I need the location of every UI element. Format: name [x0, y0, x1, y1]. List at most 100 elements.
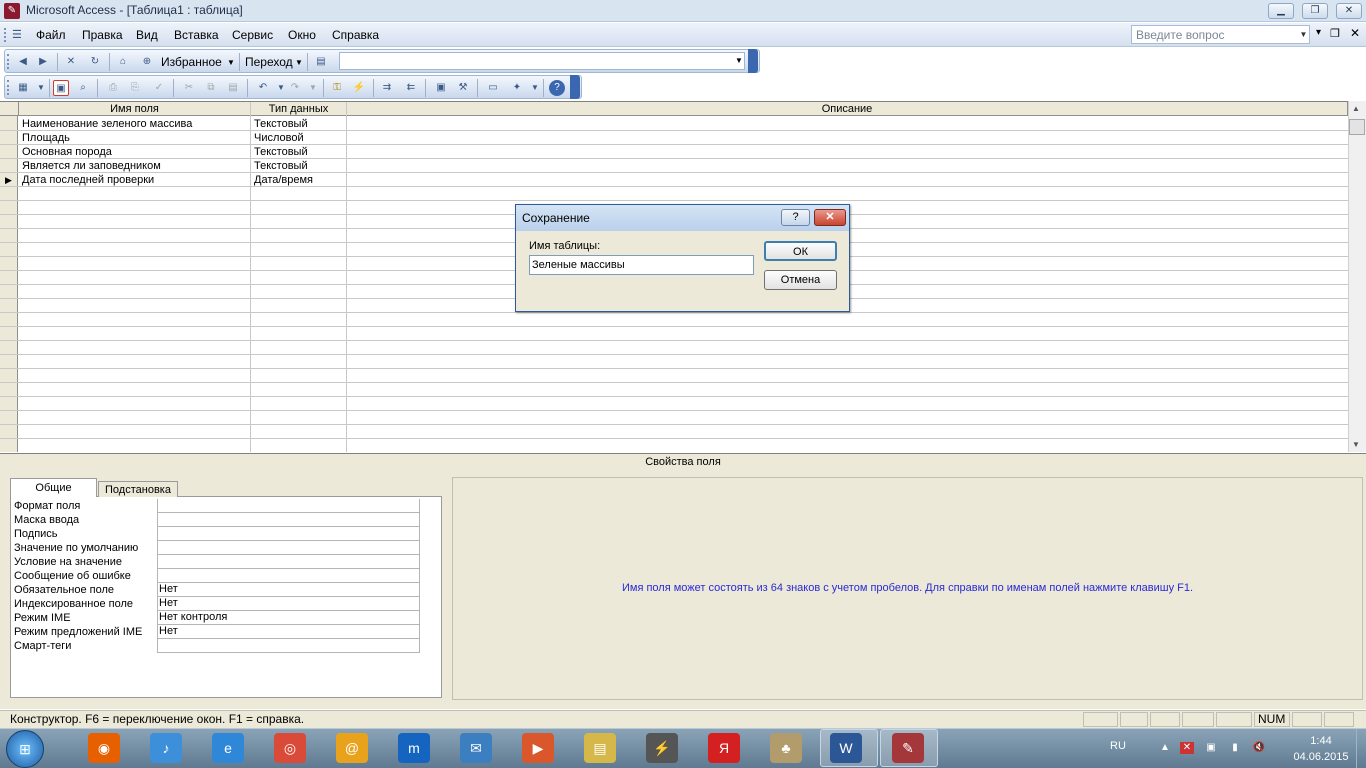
table-row[interactable]	[0, 327, 1348, 341]
print-preview-icon[interactable]: ⎘	[127, 80, 143, 96]
row-selector[interactable]	[0, 243, 18, 257]
cut-icon[interactable]: ✂	[181, 80, 197, 96]
row-selector[interactable]	[0, 425, 18, 439]
property-value[interactable]	[157, 639, 420, 653]
row-selector[interactable]	[0, 439, 18, 452]
chrome-icon[interactable]: ◎	[274, 733, 306, 763]
toolbar-grip[interactable]	[7, 54, 11, 69]
spelling-icon[interactable]: ✓	[151, 80, 167, 96]
property-value[interactable]: Нет	[157, 583, 420, 597]
tray-expand-icon[interactable]: ▲	[1158, 742, 1172, 754]
column-header-description[interactable]: Описание	[347, 102, 1348, 116]
signal-icon[interactable]: ▮	[1228, 742, 1242, 754]
address-input[interactable]	[339, 52, 745, 70]
properties-icon[interactable]: ▣	[433, 80, 449, 96]
property-value[interactable]	[157, 513, 420, 527]
close-button[interactable]: ✕	[1336, 3, 1362, 19]
access-app-icon[interactable]: ✎	[4, 3, 20, 19]
new-object-icon[interactable]: ✦	[509, 80, 525, 96]
scroll-up-icon[interactable]: ▲	[1352, 104, 1360, 113]
minimize-button[interactable]: ▁	[1268, 3, 1294, 19]
toolbar-grip[interactable]	[7, 80, 11, 95]
restore-button[interactable]: ❐	[1302, 3, 1328, 19]
menu-view[interactable]: Вид	[136, 28, 158, 42]
table-row[interactable]	[0, 439, 1348, 452]
property-value[interactable]	[157, 541, 420, 555]
speaker-muted-icon[interactable]: 🔇	[1252, 742, 1266, 754]
refresh-icon[interactable]: ↻	[87, 54, 103, 70]
table-row[interactable]	[0, 187, 1348, 201]
row-selector[interactable]	[0, 369, 18, 383]
row-selector[interactable]	[0, 131, 18, 145]
ok-button[interactable]: ОК	[764, 241, 837, 261]
access-icon[interactable]: ✎	[892, 733, 924, 763]
word-icon[interactable]: W	[830, 733, 862, 763]
save-icon[interactable]: ▣	[53, 80, 69, 96]
table-row[interactable]: Площадь Числовой	[0, 131, 1348, 145]
property-value[interactable]	[157, 499, 420, 513]
field-name-cell[interactable]: Наименование зеленого массива	[19, 117, 250, 131]
ie-icon[interactable]: e	[212, 733, 244, 763]
field-name-cell[interactable]: Дата последней проверки	[19, 173, 250, 187]
toolbar-options-icon[interactable]	[748, 49, 758, 73]
data-type-cell[interactable]: Текстовый	[251, 117, 346, 131]
row-selector[interactable]	[0, 201, 18, 215]
menu-tools[interactable]: Сервис	[232, 28, 273, 42]
row-selector[interactable]	[0, 187, 18, 201]
firefox-icon[interactable]: ◉	[88, 733, 120, 763]
scroll-down-icon[interactable]: ▼	[1352, 440, 1360, 449]
data-type-cell[interactable]: Дата/время	[251, 173, 346, 187]
table-row[interactable]	[0, 425, 1348, 439]
goto-dropdown-icon[interactable]: ▼	[295, 58, 303, 67]
row-selector[interactable]	[0, 355, 18, 369]
language-indicator[interactable]: RU	[1110, 740, 1126, 752]
field-name-cell[interactable]: Является ли заповедником	[19, 159, 250, 173]
favorites-dropdown-icon[interactable]: ▼	[227, 58, 235, 67]
description-cell[interactable]	[347, 173, 1347, 187]
build-icon[interactable]: ⚒	[455, 80, 471, 96]
field-name-cell[interactable]: Основная порода	[19, 145, 250, 159]
redo-dropdown-icon[interactable]: ▼	[305, 80, 321, 96]
tab-lookup[interactable]: Подстановка	[98, 481, 178, 497]
table-row[interactable]	[0, 341, 1348, 355]
search-icon[interactable]: ⌕	[75, 80, 91, 96]
clock-date[interactable]: 04.06.2015	[1288, 751, 1354, 763]
table-row[interactable]: Наименование зеленого массива Текстовый	[0, 117, 1348, 131]
paste-icon[interactable]: ▤	[225, 80, 241, 96]
property-value[interactable]: Нет контроля	[157, 611, 420, 625]
property-value[interactable]: Нет	[157, 625, 420, 639]
redo-icon[interactable]: ↷	[287, 80, 303, 96]
row-selector[interactable]	[0, 159, 18, 173]
forward-icon[interactable]: ▶	[35, 54, 51, 70]
row-selector[interactable]	[0, 313, 18, 327]
home-icon[interactable]: ⌂	[115, 54, 131, 70]
menu-help[interactable]: Справка	[332, 28, 379, 42]
clock-time[interactable]: 1:44	[1296, 735, 1346, 747]
table-row[interactable]	[0, 397, 1348, 411]
row-selector[interactable]: ▶	[0, 173, 18, 187]
field-name-cell[interactable]: Площадь	[19, 131, 250, 145]
row-selector[interactable]	[0, 271, 18, 285]
description-cell[interactable]	[347, 117, 1347, 131]
grid-vertical-scrollbar[interactable]	[1348, 101, 1366, 452]
property-value[interactable]	[157, 527, 420, 541]
explorer-icon[interactable]: ▤	[584, 733, 616, 763]
table-row[interactable]	[0, 313, 1348, 327]
winamp-icon[interactable]: ⚡	[646, 733, 678, 763]
data-type-cell[interactable]: Текстовый	[251, 159, 346, 173]
view-dropdown-icon[interactable]: ▼	[33, 80, 49, 96]
row-selector[interactable]	[0, 383, 18, 397]
row-selector[interactable]	[0, 145, 18, 159]
mdi-minimize-button[interactable]: ▾	[1316, 27, 1321, 38]
data-type-cell[interactable]: Текстовый	[251, 145, 346, 159]
favorites-menu[interactable]: Избранное	[161, 55, 222, 69]
tab-general[interactable]: Общие	[10, 478, 97, 497]
mahjong-icon[interactable]: ♣	[770, 733, 802, 763]
goto-menu[interactable]: Переход	[245, 55, 293, 69]
new-object-dropdown-icon[interactable]: ▼	[527, 80, 543, 96]
undo-icon[interactable]: ↶	[255, 80, 271, 96]
menu-edit[interactable]: Правка	[82, 28, 123, 42]
mail-icon[interactable]: ✉	[460, 733, 492, 763]
help-icon[interactable]: ?	[549, 80, 565, 96]
yandex-icon[interactable]: Я	[708, 733, 740, 763]
